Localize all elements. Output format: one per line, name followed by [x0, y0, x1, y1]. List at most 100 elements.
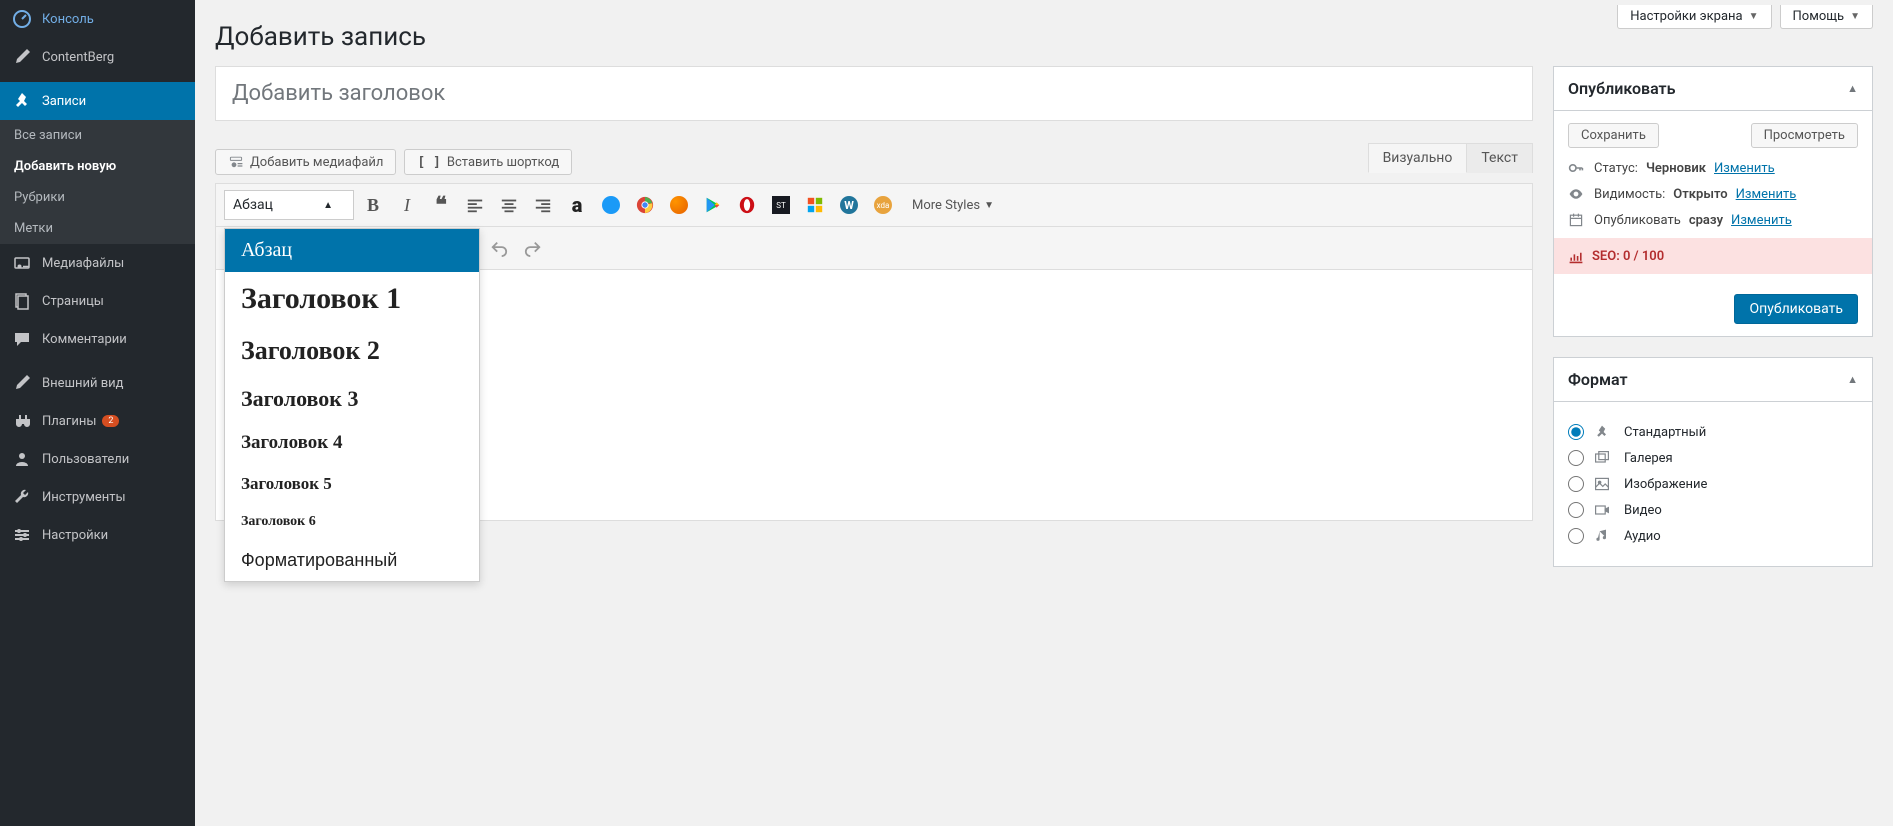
firefox-icon[interactable] — [664, 190, 694, 220]
opera-icon[interactable] — [732, 190, 762, 220]
pin-icon — [1594, 424, 1614, 440]
format-option-standard[interactable]: Стандартный — [1568, 424, 1858, 440]
sidebar-item-settings[interactable]: Настройки — [0, 516, 195, 554]
screen-options-label: Настройки экрана — [1630, 9, 1742, 24]
xda-icon[interactable]: xda — [868, 190, 898, 220]
schedule-row: Опубликовать сразу Изменить — [1568, 212, 1858, 228]
format-option-label: Галерея — [1624, 451, 1673, 466]
preview-button[interactable]: Просмотреть — [1751, 123, 1858, 148]
sidebar-item-tools[interactable]: Инструменты — [0, 478, 195, 516]
media-icon — [12, 253, 32, 273]
redo-button[interactable] — [518, 233, 548, 263]
editor-toolbar: Абзац ▲ B I ❝ a — [216, 184, 1532, 227]
appstore-icon[interactable] — [596, 190, 626, 220]
insert-shortcode-button[interactable]: [ ] Вставить шорткод — [404, 149, 572, 175]
help-tab[interactable]: Помощь▼ — [1780, 5, 1873, 29]
dropdown-option-h4[interactable]: Заголовок 4 — [225, 422, 479, 464]
main-content: Настройки экрана▼ Помощь▼ Добавить запис… — [195, 0, 1893, 826]
align-center-button[interactable] — [494, 190, 524, 220]
align-right-button[interactable] — [528, 190, 558, 220]
sidebar-item-contentberg[interactable]: ContentBerg — [0, 38, 195, 76]
sidebar-item-plugins[interactable]: Плагины 2 — [0, 402, 195, 440]
more-styles-button[interactable]: More Styles ▼ — [902, 198, 1004, 213]
dropdown-option-paragraph[interactable]: Абзац — [225, 229, 479, 272]
comment-icon — [12, 329, 32, 349]
plugin-icon — [12, 411, 32, 431]
amazon-icon[interactable]: a — [562, 190, 592, 220]
bold-button[interactable]: B — [358, 190, 388, 220]
format-radio-standard[interactable] — [1568, 424, 1584, 440]
sidebar-item-pages[interactable]: Страницы — [0, 282, 195, 320]
format-radio-gallery[interactable] — [1568, 450, 1584, 466]
image-icon — [1594, 476, 1614, 492]
visual-tab[interactable]: Визуально — [1368, 143, 1468, 173]
format-select[interactable]: Абзац ▲ — [224, 190, 354, 220]
dropdown-option-h2[interactable]: Заголовок 2 — [225, 326, 479, 376]
chevron-down-icon: ▼ — [984, 200, 994, 211]
sidebar-item-users[interactable]: Пользователи — [0, 440, 195, 478]
chrome-icon[interactable] — [630, 190, 660, 220]
camera-icon — [228, 154, 244, 170]
format-option-video[interactable]: Видео — [1568, 502, 1858, 518]
edit-schedule-link[interactable]: Изменить — [1731, 213, 1792, 228]
format-panel-head[interactable]: Формат ▲ — [1554, 358, 1872, 402]
screen-options-tab[interactable]: Настройки экрана ▼ — [1617, 5, 1771, 29]
gallery-icon — [1594, 450, 1614, 466]
eye-icon — [1568, 186, 1586, 202]
format-option-label: Аудио — [1624, 529, 1661, 544]
wordpress-icon[interactable]: W — [834, 190, 864, 220]
dropdown-option-pre[interactable]: Форматированный — [225, 540, 479, 581]
edit-visibility-link[interactable]: Изменить — [1736, 187, 1797, 202]
submenu-add-new[interactable]: Добавить новую — [0, 151, 195, 182]
more-styles-label: More Styles — [912, 198, 980, 213]
align-left-button[interactable] — [460, 190, 490, 220]
format-option-audio[interactable]: Аудио — [1568, 528, 1858, 544]
format-radio-image[interactable] — [1568, 476, 1584, 492]
blockquote-button[interactable]: ❝ — [426, 190, 456, 220]
format-option-image[interactable]: Изображение — [1568, 476, 1858, 492]
undo-button[interactable] — [484, 233, 514, 263]
chevron-up-icon: ▲ — [323, 200, 333, 211]
format-radio-audio[interactable] — [1568, 528, 1584, 544]
seo-score-text: SEO: 0 / 100 — [1592, 249, 1664, 264]
sidebar-item-appearance[interactable]: Внешний вид — [0, 364, 195, 402]
submenu-tags[interactable]: Метки — [0, 213, 195, 244]
italic-button[interactable]: I — [392, 190, 422, 220]
windows-icon[interactable] — [800, 190, 830, 220]
pin-icon — [12, 91, 32, 111]
status-value: Черновик — [1646, 161, 1706, 176]
sidebar-item-dashboard[interactable]: Консоль — [0, 0, 195, 38]
dropdown-option-h5[interactable]: Заголовок 5 — [225, 464, 479, 504]
play-icon[interactable] — [698, 190, 728, 220]
sidebar-item-media[interactable]: Медиафайлы — [0, 244, 195, 282]
text-tab[interactable]: Текст — [1466, 143, 1533, 173]
submenu-all-posts[interactable]: Все записи — [0, 120, 195, 151]
sidebar-item-label: ContentBerg — [42, 50, 114, 65]
chevron-up-icon: ▲ — [1847, 82, 1858, 95]
settings-icon — [12, 525, 32, 545]
sidebar-item-label: Внешний вид — [42, 376, 124, 391]
publish-panel: Опубликовать ▲ Сохранить Просмотреть Ста… — [1553, 66, 1873, 337]
save-draft-button[interactable]: Сохранить — [1568, 123, 1659, 148]
publish-panel-head[interactable]: Опубликовать ▲ — [1554, 67, 1872, 111]
editor-column: Добавить медиафайл [ ] Вставить шорткод … — [215, 66, 1533, 587]
chevron-down-icon: ▼ — [1749, 11, 1759, 22]
sidebar-item-posts[interactable]: Записи — [0, 82, 195, 120]
dropdown-option-h3[interactable]: Заголовок 3 — [225, 376, 479, 422]
steam-icon[interactable]: ST — [766, 190, 796, 220]
add-media-button[interactable]: Добавить медиафайл — [215, 149, 396, 175]
dropdown-option-h1[interactable]: Заголовок 1 — [225, 272, 479, 326]
format-dropdown: Абзац Заголовок 1 Заголовок 2 Заголовок … — [224, 228, 480, 582]
post-title-input[interactable] — [215, 66, 1533, 121]
format-radio-video[interactable] — [1568, 502, 1584, 518]
publish-button[interactable]: Опубликовать — [1734, 294, 1858, 324]
format-option-gallery[interactable]: Галерея — [1568, 450, 1858, 466]
edit-status-link[interactable]: Изменить — [1714, 161, 1775, 176]
dropdown-option-h6[interactable]: Заголовок 6 — [225, 504, 479, 540]
sidebar-item-comments[interactable]: Комментарии — [0, 320, 195, 358]
help-label: Помощь — [1793, 9, 1845, 24]
visibility-row: Видимость: Открыто Изменить — [1568, 186, 1858, 202]
visibility-label: Видимость: — [1594, 187, 1665, 202]
admin-sidebar: Консоль ContentBerg Записи Все записи До… — [0, 0, 195, 826]
submenu-categories[interactable]: Рубрики — [0, 182, 195, 213]
